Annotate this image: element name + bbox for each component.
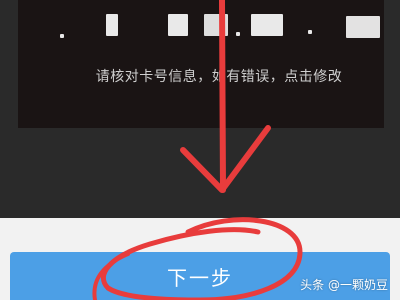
mask-block — [204, 14, 228, 36]
mask-block — [168, 14, 188, 36]
mask-dot — [60, 34, 64, 38]
card-number-masked — [46, 6, 396, 40]
mask-block — [251, 14, 283, 36]
mask-block — [346, 16, 380, 38]
mask-block — [106, 14, 118, 36]
card-info-panel[interactable]: 请核对卡号信息，如有错误，点击修改 — [18, 0, 384, 128]
card-check-hint: 请核对卡号信息，如有错误，点击修改 — [95, 69, 343, 85]
watermark-text: 头条 @一颗奶豆 — [300, 278, 388, 292]
mask-dot — [308, 30, 312, 34]
bank-card-confirm-screen: 请核对卡号信息，如有错误，点击修改 下一步 头条 @一颗奶豆 — [0, 0, 400, 300]
mask-dot — [236, 32, 240, 36]
